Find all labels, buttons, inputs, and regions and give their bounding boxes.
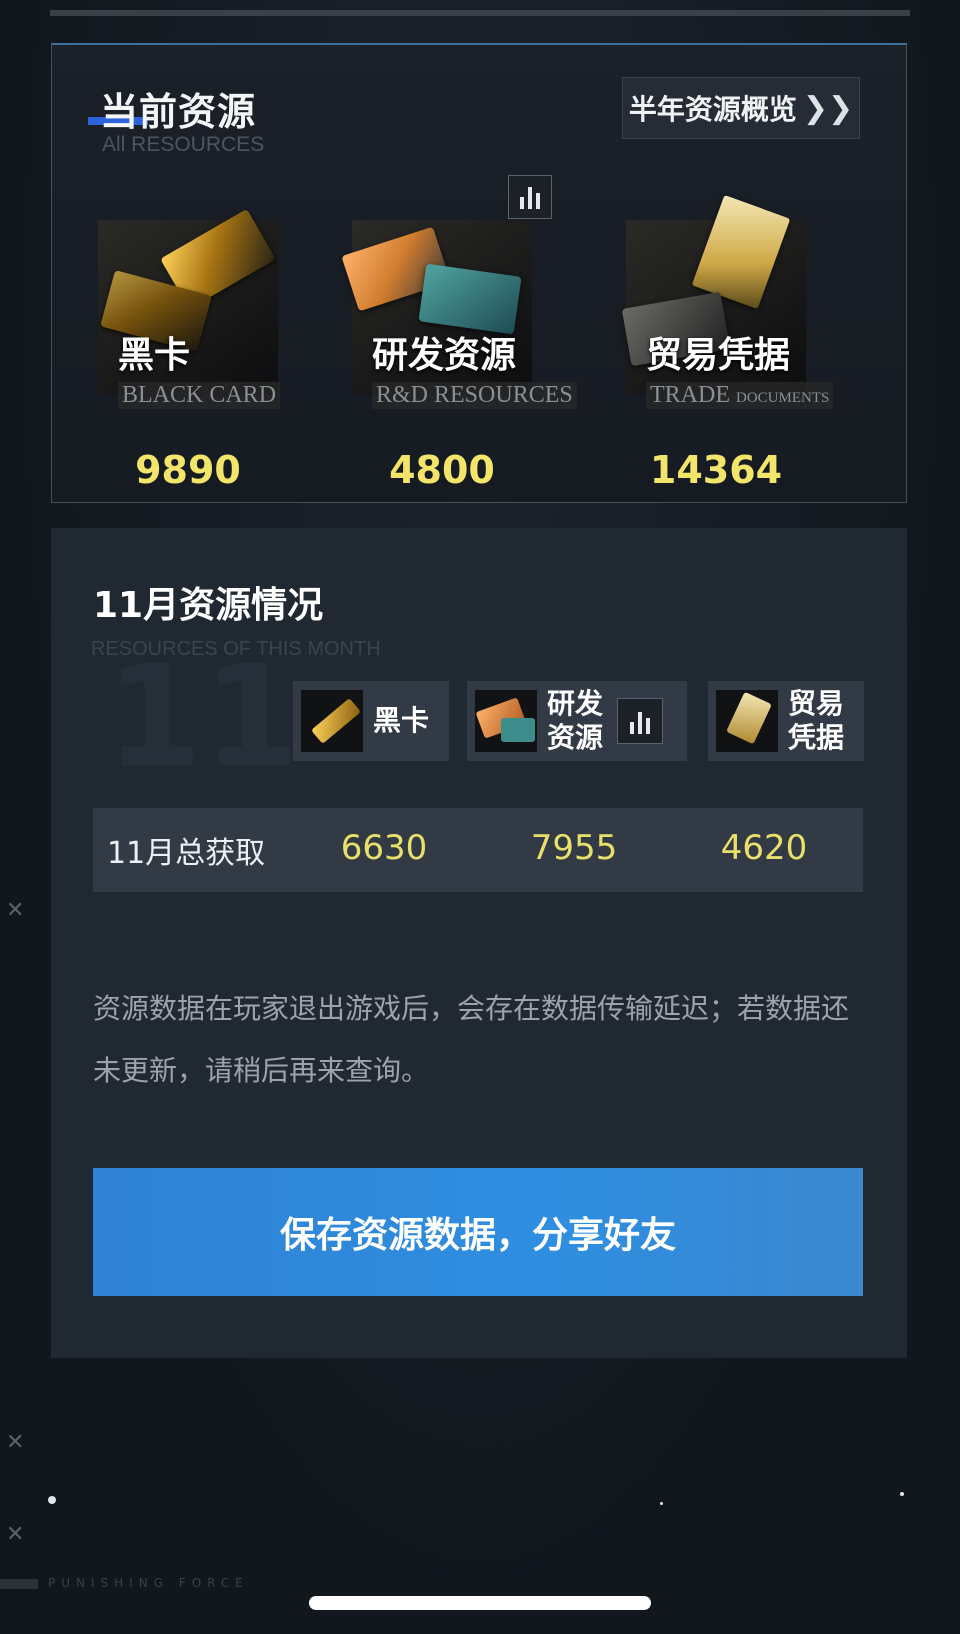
column-label: 黑卡 xyxy=(373,704,430,737)
top-divider xyxy=(50,10,910,16)
rd-month-chart-button[interactable] xyxy=(617,698,664,744)
column-label: 研发 资源 xyxy=(547,687,604,754)
resource-name-en: TRADE DOCUMENTS xyxy=(646,382,834,409)
save-share-label: 保存资源数据，分享好友 xyxy=(279,1215,676,1256)
current-resources-title: 当前资源 xyxy=(100,90,257,134)
data-delay-note: 资源数据在玩家退出游戏后，会存在数据传输延迟；若数据还未更新，请稍后再来查询。 xyxy=(93,992,850,1087)
month-total-row: 11月总获取 6630 7955 4620 xyxy=(93,808,863,892)
resource-rd: 研发资源 R&D RESOURCES 4800 xyxy=(341,190,582,510)
trade-documents-thumb xyxy=(716,690,778,752)
half-year-overview-button[interactable]: 半年资源概览 ❯❯ xyxy=(622,77,860,139)
brand-watermark: PUNISHING FORCE xyxy=(0,1576,249,1590)
month-resources-panel: 11 11月资源情况 RESOURCES OF THIS MONTH 黑卡 研发… xyxy=(51,528,907,1358)
resource-name-en: BLACK CARD xyxy=(118,382,281,409)
column-label: 贸易 凭据 xyxy=(788,687,845,754)
star-dot xyxy=(660,1502,663,1505)
total-rd: 7955 xyxy=(530,828,618,868)
resource-trade-documents: 贸易凭据 TRADE DOCUMENTS 14364 xyxy=(621,190,856,510)
resource-name: 黑卡 xyxy=(118,335,191,376)
month-title: 11月资源情况 xyxy=(93,585,324,626)
close-icon: ✕ xyxy=(6,1522,25,1547)
save-share-button[interactable]: 保存资源数据，分享好友 xyxy=(93,1168,863,1296)
month-subtitle: RESOURCES OF THIS MONTH xyxy=(91,638,381,660)
resource-name: 贸易凭据 xyxy=(646,335,791,376)
resource-black-card: 黑卡 BLACK CARD 9890 xyxy=(98,190,328,510)
current-resources-panel: 当前资源 All RESOURCES 半年资源概览 ❯❯ 黑卡 BLACK CA… xyxy=(51,43,907,503)
close-icon: ✕ xyxy=(6,898,25,923)
rd-thumb xyxy=(475,690,537,752)
star-dot xyxy=(900,1492,904,1496)
current-resources-subtitle: All RESOURCES xyxy=(102,133,265,156)
star-dot xyxy=(48,1496,56,1504)
rd-chart-button[interactable] xyxy=(508,175,552,219)
total-row-label: 11月总获取 xyxy=(107,836,266,871)
total-trade-documents: 4620 xyxy=(720,828,808,868)
resource-value: 9890 xyxy=(135,448,241,492)
column-header-trade-documents: 贸易 凭据 xyxy=(708,681,864,761)
overview-button-label: 半年资源概览 xyxy=(628,93,797,126)
close-icon: ✕ xyxy=(6,1430,25,1455)
resource-name-en: R&D RESOURCES xyxy=(372,382,577,409)
total-black-card: 6630 xyxy=(340,828,428,868)
home-indicator[interactable] xyxy=(309,1596,651,1610)
month-watermark-number: 11 xyxy=(105,636,300,799)
black-card-thumb xyxy=(301,690,363,752)
chevron-double-right-icon: ❯❯ xyxy=(802,90,854,126)
resource-value: 4800 xyxy=(389,448,495,492)
column-header-black-card: 黑卡 xyxy=(293,681,449,761)
resource-name: 研发资源 xyxy=(372,335,517,376)
column-header-rd: 研发 资源 xyxy=(467,681,687,761)
resource-value: 14364 xyxy=(649,448,783,492)
